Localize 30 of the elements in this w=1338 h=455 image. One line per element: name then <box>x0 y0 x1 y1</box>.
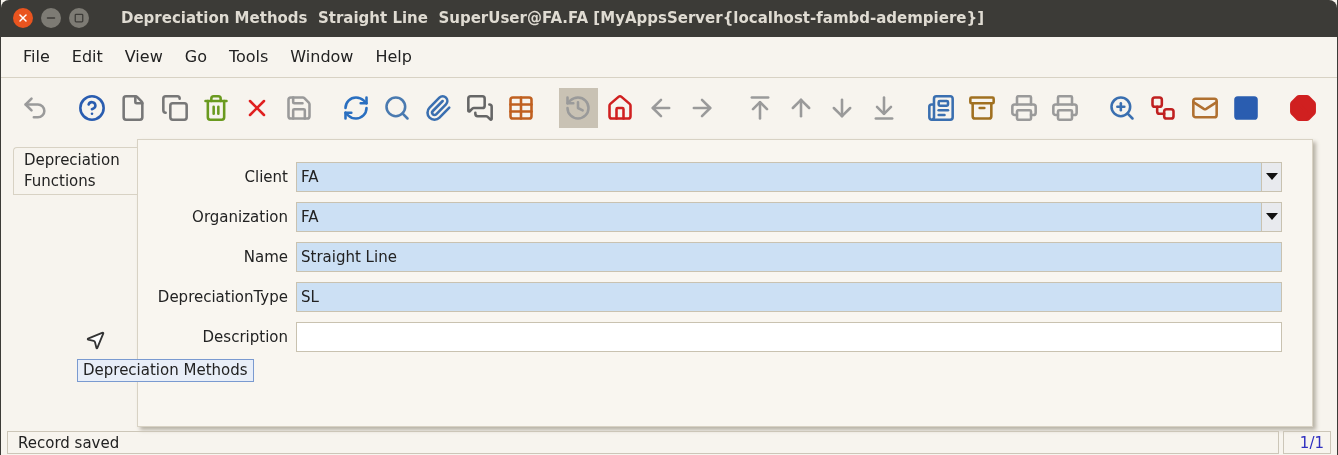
menu-item[interactable]: Help <box>375 44 412 69</box>
maximize-icon <box>74 13 84 24</box>
side-tab[interactable]: Depreciation Functions <box>13 147 137 195</box>
menu-item[interactable]: File <box>23 44 50 69</box>
close-button[interactable] <box>13 8 33 29</box>
window-title: Depreciation Methods Straight Line SuperUser@FA.FA [MyAppsServer{localhost-fambd-adempiere}] <box>121 8 985 30</box>
field-label: Name <box>242 246 288 268</box>
record-counter: 1/1 <box>1283 431 1331 454</box>
pointer-icon <box>85 329 107 351</box>
menu-item[interactable]: Go <box>184 44 207 69</box>
tooltip: Depreciation Methods <box>77 359 254 382</box>
close-icon <box>17 12 29 25</box>
menu-item[interactable]: Tools <box>228 44 269 69</box>
input-field[interactable] <box>296 322 1282 352</box>
field-label: DepreciationType <box>156 286 288 308</box>
field-label: Client <box>243 166 288 188</box>
input-field[interactable]: SL <box>296 282 1282 312</box>
maximize-button[interactable] <box>69 8 89 29</box>
menu-item[interactable]: View <box>124 44 163 69</box>
menu-item[interactable]: Edit <box>71 44 103 69</box>
caret-icon <box>1261 163 1281 191</box>
dropdown-field[interactable]: FA <box>296 202 1282 232</box>
field-label: Organization <box>191 206 288 228</box>
caret-icon <box>1261 203 1281 231</box>
input-field[interactable]: Straight Line <box>296 242 1282 272</box>
dropdown-field[interactable]: FA <box>296 162 1282 192</box>
status-message: Record saved <box>7 431 1279 454</box>
field-label: Description <box>201 326 288 348</box>
minimize-button[interactable] <box>41 8 61 29</box>
menu-item[interactable]: Window <box>290 44 354 69</box>
